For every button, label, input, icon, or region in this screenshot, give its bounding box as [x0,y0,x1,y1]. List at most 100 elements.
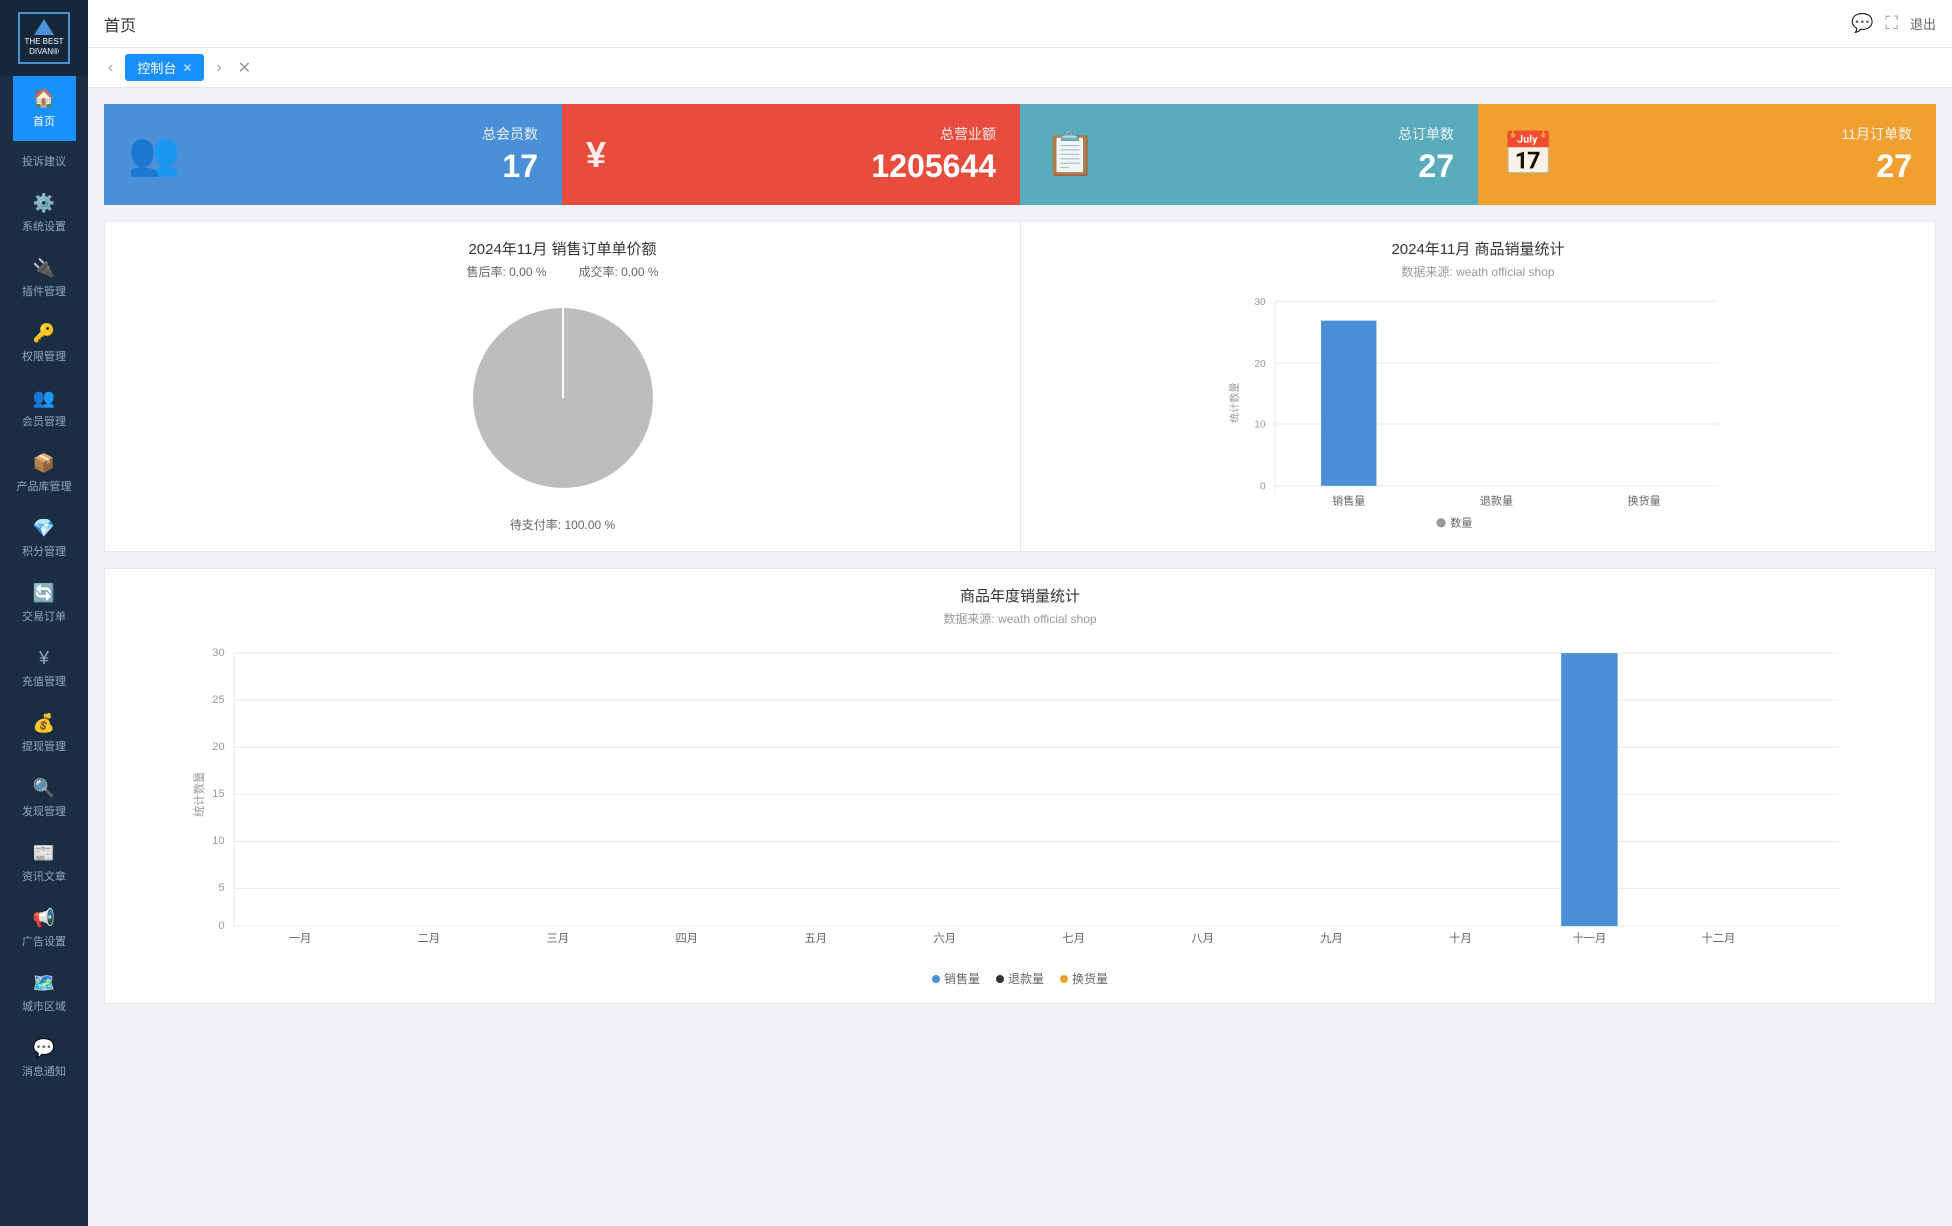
plugins-icon: 🔌 [33,258,55,279]
sidebar-item-plugins[interactable]: 🔌 插件管理 [13,246,76,311]
message-button[interactable]: 💬 [1851,13,1873,34]
recharge-icon: ¥ [39,648,49,669]
svg-text:退款量: 退款量 [1480,493,1513,507]
sidebar-label-region: 城市区域 [22,998,66,1014]
tab-label: 控制台 [137,58,176,77]
svg-text:十二月: 十二月 [1701,931,1735,945]
sidebar-item-products[interactable]: 📦 产品库管理 [13,441,76,506]
pie-chart-container: 售后率: 0.00 % 成交率: 0.00 % 待支付率: 100.00 % [121,263,1004,533]
svg-text:五月: 五月 [804,933,827,945]
pie-svg [453,288,673,508]
fullscreen-icon: ⛶ [1885,13,1898,34]
ads-icon: 📢 [33,908,55,929]
members-icon: 👥 [128,130,180,179]
bar-svg: 30 20 10 0 统计数量 销售量 退款量 换货量 [1037,292,1919,532]
sidebar-item-news[interactable]: 📰 资讯文章 [13,831,76,896]
news-icon: 📰 [33,843,55,864]
members-label: 总会员数 [196,124,538,144]
annual-chart-legend: 销售量 退款量 换货量 [121,970,1919,987]
annual-chart-container: 30 25 20 15 10 5 0 统计数量 [121,639,1919,962]
tab-dashboard[interactable]: 控制台 ✕ [125,54,204,81]
svg-text:10: 10 [212,835,225,847]
orders-icon: 🔄 [33,583,55,604]
tab-next-button[interactable]: › [212,55,225,81]
products-icon: 📦 [33,453,55,474]
sidebar-item-complaint[interactable]: 投诉建议 [13,141,76,181]
svg-text:三月: 三月 [547,933,570,945]
stat-card-members: 👥 总会员数 17 [104,104,562,205]
pie-label-top-left: 售后率: 0.00 % [466,263,546,280]
svg-text:销售量: 销售量 [1332,493,1365,507]
bar-chart-title: 2024年11月 商品销量统计 [1037,238,1919,259]
stat-card-members-info: 总会员数 17 [196,124,538,185]
bar-chart-section: 2024年11月 商品销量统计 数据来源: weath official sho… [1020,222,1935,551]
monthly-orders-value: 27 [1570,148,1912,185]
svg-text:数量: 数量 [1450,516,1472,529]
withdraw-icon: 💰 [33,713,55,734]
orders-value: 27 [1112,148,1454,185]
page-title: 首页 [104,12,136,36]
sidebar-item-permissions[interactable]: 🔑权限管理 [13,311,76,376]
svg-text:十月: 十月 [1449,931,1472,945]
svg-text:统计数量: 统计数量 [1228,382,1241,423]
svg-text:一月: 一月 [289,933,312,945]
sidebar-item-withdraw[interactable]: 💰提现管理 [13,701,76,766]
logo-triangle-icon [34,19,54,35]
sidebar-label-plugins: 插件管理 [22,283,66,299]
stat-card-orders: 📋 总订单数 27 [1020,104,1478,205]
svg-text:20: 20 [1254,359,1266,370]
sidebar-item-points[interactable]: 💎积分管理 [13,506,76,571]
tab-close-icon[interactable]: ✕ [182,61,192,75]
annual-chart-subtitle: 数据来源: weath official shop [121,610,1919,627]
logo-text: THE BESTDIVAN® [24,37,63,56]
monthly-orders-icon: 📅 [1502,130,1554,179]
tab-close-all-button[interactable]: ✕ [234,54,255,82]
fullscreen-button[interactable]: ⛶ [1885,13,1898,34]
stat-card-orders-info: 总订单数 27 [1112,124,1454,185]
annual-chart-title: 商品年度销量统计 [121,585,1919,606]
members-value: 17 [196,148,538,185]
sidebar-item-home[interactable]: 🏠首页 [13,76,76,141]
logout-button[interactable]: 退出 [1910,14,1936,33]
sidebar-item-settings[interactable]: ⚙️系统设置 [13,181,76,246]
sidebar-item-orders[interactable]: 🔄 交易订单 [13,571,76,636]
legend-exchanges: 换货量 [1060,970,1108,987]
svg-text:十一月: 十一月 [1572,931,1606,945]
sidebar-label-points: 积分管理 [22,543,66,559]
tab-prev-button[interactable]: ‹ [104,55,117,81]
pie-label-bottom: 待支付率: 100.00 % [510,516,615,533]
pie-label-top-right: 成交率: 0.00 % [579,263,659,280]
sidebar-label-products: 产品库管理 [17,478,72,494]
orders-label: 总订单数 [1112,124,1454,144]
svg-text:统计数量: 统计数量 [192,772,206,817]
sidebar-label-orders: 交易订单 [22,608,66,624]
svg-text:二月: 二月 [418,933,441,945]
pie-labels-top: 售后率: 0.00 % 成交率: 0.00 % [466,263,658,280]
svg-text:六月: 六月 [933,932,956,945]
logo-box: THE BESTDIVAN® [18,12,70,64]
topbar-actions: 💬 ⛶ 退出 [1851,13,1936,34]
orders-icon: 📋 [1044,130,1096,179]
svg-text:20: 20 [212,741,225,753]
svg-text:5: 5 [218,882,224,894]
svg-text:10: 10 [1254,420,1266,431]
sidebar-label-recharge: 充值管理 [22,673,66,689]
sidebar-item-discover[interactable]: 🔍发现管理 [13,766,76,831]
annual-svg: 30 25 20 15 10 5 0 统计数量 [121,639,1919,959]
revenue-label: 总营业额 [622,124,996,144]
sidebar-label-news: 资讯文章 [22,868,66,884]
stat-card-monthly-orders: 📅 11月订单数 27 [1478,104,1936,205]
sidebar-item-ads[interactable]: 📢广告设置 [13,896,76,961]
stat-card-revenue: ¥ 总营业额 1205644 [562,104,1020,205]
svg-text:30: 30 [1254,297,1266,308]
annual-chart-section: 商品年度销量统计 数据来源: weath official shop 30 25… [104,568,1936,1004]
sidebar-item-region[interactable]: 🗺️城市区域 [13,961,76,1026]
svg-text:换货量: 换货量 [1628,493,1661,507]
sidebar-item-recharge[interactable]: ¥ 充值管理 [13,636,76,701]
sidebar: THE BESTDIVAN® 🏠首页投诉建议⚙️系统设置 🔌 插件管理 🔑权限管理👥会… [0,0,88,1226]
sidebar-item-notify[interactable]: 💬消息通知 [13,1026,76,1091]
sidebar-label-permissions: 权限管理 [22,348,66,364]
charts-row: 2024年11月 销售订单单价额 售后率: 0.00 % 成交率: 0.00 %… [104,221,1936,552]
sidebar-item-members[interactable]: 👥会员管理 [13,376,76,441]
svg-text:八月: 八月 [1191,933,1214,945]
